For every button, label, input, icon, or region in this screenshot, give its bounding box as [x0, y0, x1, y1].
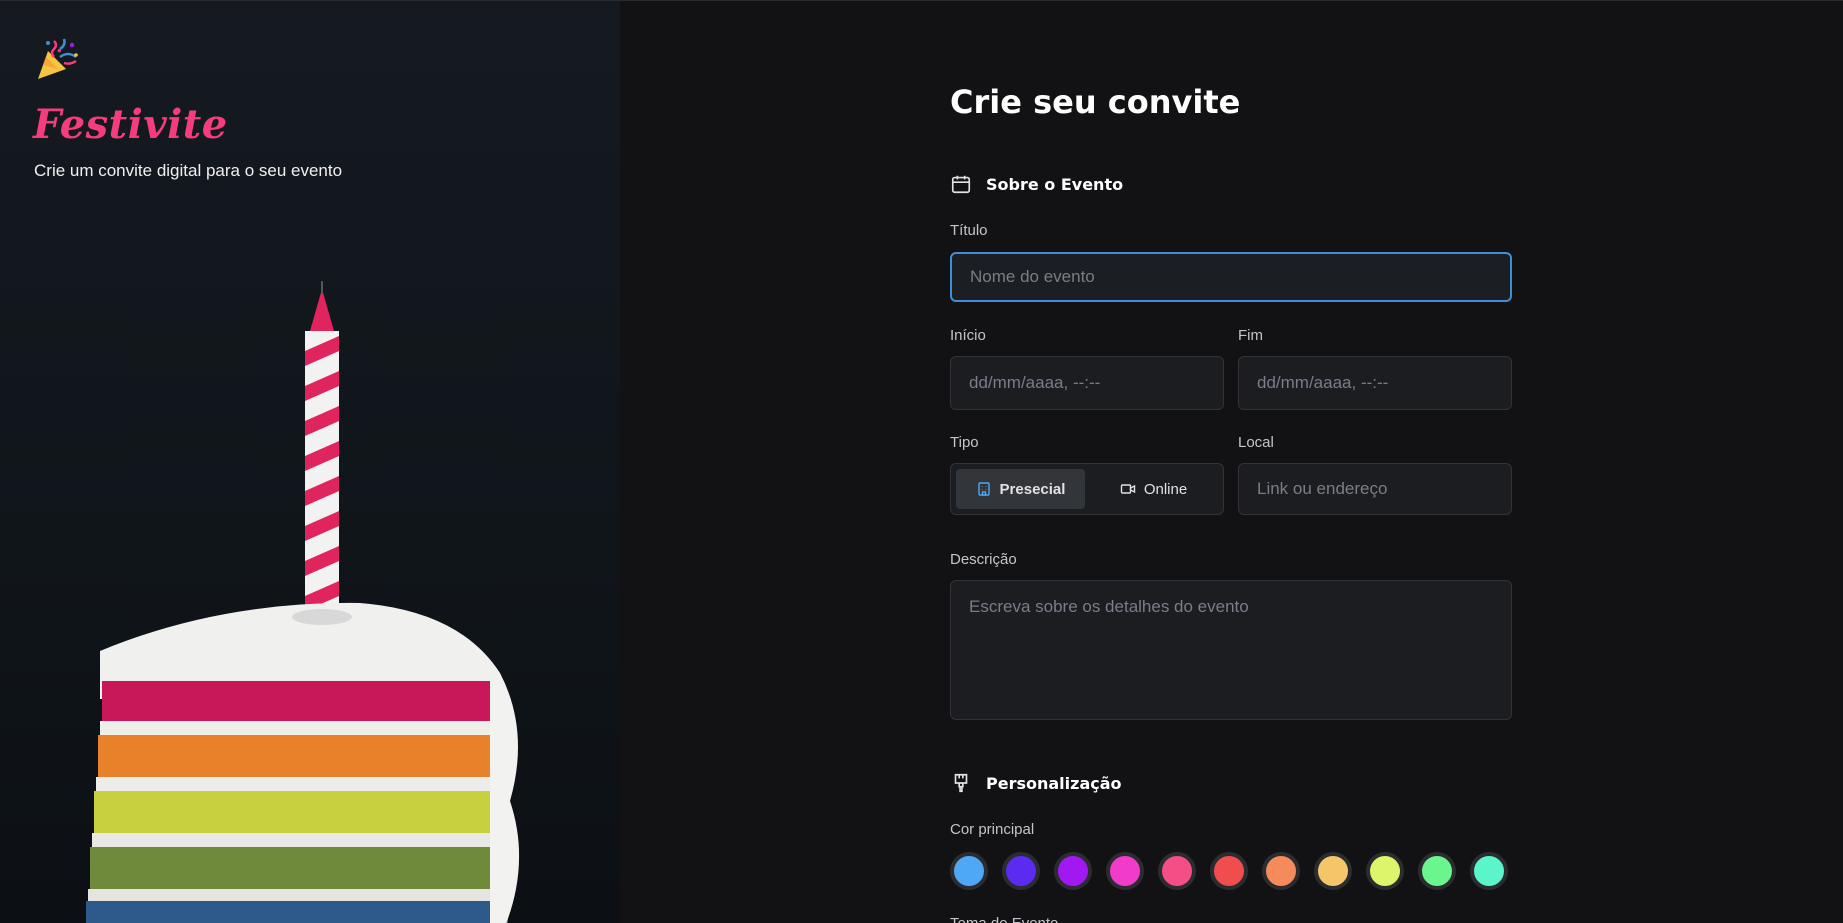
- paint-brush-icon: [954, 773, 968, 793]
- titulo-input[interactable]: [950, 252, 1512, 302]
- tipo-option-online[interactable]: Online: [1089, 469, 1218, 509]
- local-label: Local: [1238, 434, 1274, 451]
- descricao-textarea[interactable]: [950, 580, 1512, 720]
- calendar-icon: [951, 175, 971, 194]
- color-swatch[interactable]: [950, 852, 988, 890]
- section-event-title: Sobre o Evento: [986, 174, 1124, 194]
- local-input[interactable]: [1238, 463, 1512, 515]
- section-personalization: Personalização: [950, 772, 1122, 794]
- color-swatch[interactable]: [1470, 852, 1508, 890]
- form-panel: Crie seu convite Sobre o Evento Título I…: [620, 0, 1843, 923]
- color-swatch[interactable]: [1262, 852, 1300, 890]
- titulo-label: Título: [950, 222, 988, 239]
- color-swatch[interactable]: [1002, 852, 1040, 890]
- inicio-datetime-input[interactable]: dd/mm/aaaa, --:--: [950, 356, 1224, 410]
- fim-datetime-input[interactable]: dd/mm/aaaa, --:--: [1238, 356, 1512, 410]
- tipo-option-online-label: Online: [1143, 480, 1188, 498]
- brand-logo-text: Festivite: [33, 101, 228, 148]
- cor-principal-label: Cor principal: [950, 821, 1035, 838]
- tipo-option-presencial[interactable]: Presecial: [956, 469, 1085, 509]
- tipo-label: Tipo: [950, 434, 979, 451]
- tipo-option-presencial-label: Presecial: [999, 480, 1066, 498]
- color-swatch[interactable]: [1054, 852, 1092, 890]
- hero-panel: Festivite Crie um convite digital para o…: [0, 0, 620, 923]
- brand-tagline: Crie um convite digital para o seu event…: [34, 161, 343, 180]
- color-swatch-list: [950, 852, 1508, 890]
- descricao-label: Descrição: [950, 551, 1017, 568]
- fim-label: Fim: [1238, 327, 1263, 344]
- video-camera-icon: [1120, 484, 1136, 494]
- color-swatch[interactable]: [1314, 852, 1352, 890]
- page-title: Crie seu convite: [950, 83, 1241, 121]
- cake-illustration: [86, 281, 520, 923]
- section-event: Sobre o Evento: [950, 173, 1123, 195]
- tipo-toggle: Presecial Online: [950, 463, 1224, 515]
- color-swatch[interactable]: [1158, 852, 1196, 890]
- color-swatch[interactable]: [1418, 852, 1456, 890]
- party-popper-icon: [38, 38, 78, 79]
- color-swatch[interactable]: [1106, 852, 1144, 890]
- section-personalization-title: Personalização: [986, 773, 1122, 793]
- color-swatch[interactable]: [1366, 852, 1404, 890]
- inicio-label: Início: [950, 327, 986, 344]
- color-swatch[interactable]: [1210, 852, 1248, 890]
- tema-label: Tema do Evento: [950, 915, 1058, 923]
- building-icon: [977, 482, 990, 496]
